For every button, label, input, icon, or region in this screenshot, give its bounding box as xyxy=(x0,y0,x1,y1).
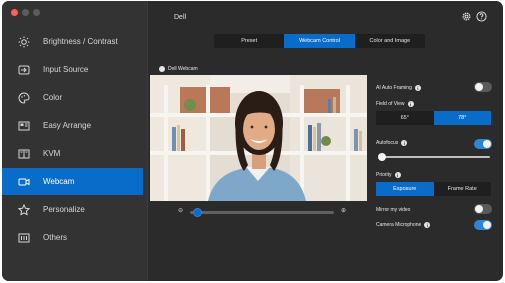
priority-option-frame-rate[interactable]: Frame Rate xyxy=(434,182,492,196)
ai-auto-framing-label: AI Auto Framing xyxy=(376,85,412,91)
focus-slider[interactable] xyxy=(378,153,490,161)
camera-status-icon xyxy=(159,66,165,72)
camera-name: Dell Webcam xyxy=(168,66,198,72)
camera-microphone-label: Camera Microphone xyxy=(376,222,422,228)
sun-icon xyxy=(17,35,31,49)
sidebar-item-easy-arrange[interactable]: Easy Arrange xyxy=(2,112,143,139)
info-icon[interactable]: i xyxy=(401,140,408,146)
tab-preset[interactable]: Preset xyxy=(214,34,284,48)
sidebar-item-kvm[interactable]: KVM xyxy=(2,140,143,167)
kvm-icon xyxy=(17,147,31,161)
mirror-video-toggle[interactable] xyxy=(474,204,492,214)
zoom-out-icon[interactable]: ⊖ xyxy=(178,207,183,214)
minimize-window-button[interactable] xyxy=(22,9,29,16)
sidebar-item-label: Others xyxy=(43,233,68,242)
sidebar-item-input-source[interactable]: Input Source xyxy=(2,56,143,83)
field-of-view-row: Field of View i xyxy=(376,101,414,107)
autofocus-label: Autofocus xyxy=(376,140,399,146)
sidebar-item-brightness-contrast[interactable]: Brightness / Contrast xyxy=(2,28,143,55)
sidebar-item-label: Webcam xyxy=(43,177,75,186)
priority-option-exposure[interactable]: Exposure xyxy=(376,182,434,196)
sidebar-item-personalize[interactable]: Personalize xyxy=(2,196,143,223)
zoom-slider-handle[interactable] xyxy=(193,208,203,217)
autofocus-row: Autofocus i xyxy=(376,140,408,146)
zoom-slider-track[interactable] xyxy=(190,211,334,214)
priority-label: Priority xyxy=(376,172,392,178)
info-icon[interactable]: i xyxy=(394,172,401,178)
sidebar-item-webcam[interactable]: Webcam xyxy=(2,168,143,195)
close-window-button[interactable] xyxy=(11,9,18,16)
mirror-label: Mirror my video xyxy=(376,207,411,213)
sidebar-item-label: Brightness / Contrast xyxy=(43,37,118,46)
sidebar-item-label: Input Source xyxy=(43,65,89,74)
app-title: Dell xyxy=(174,14,187,21)
app-window: Brightness / Contrast Input Source Color… xyxy=(2,1,503,281)
mirror-row: Mirror my video xyxy=(376,207,410,213)
zoom-in-icon[interactable]: ⊕ xyxy=(341,207,346,214)
sidebar-item-others[interactable]: Others xyxy=(2,224,143,251)
window-controls xyxy=(11,9,40,16)
star-icon xyxy=(17,203,31,217)
zoom-window-button[interactable] xyxy=(33,9,40,16)
webcam-preview xyxy=(150,75,367,201)
sidebar-item-label: Easy Arrange xyxy=(43,121,92,130)
focus-slider-handle[interactable] xyxy=(378,153,386,161)
sidebar-item-label: Personalize xyxy=(43,205,85,214)
others-icon xyxy=(17,231,31,245)
input-source-icon xyxy=(17,63,31,77)
camera-label: Dell Webcam xyxy=(159,66,198,72)
autofocus-toggle[interactable] xyxy=(474,139,492,149)
webcam-preview-image xyxy=(150,75,367,201)
fov-option-65[interactable]: 65° xyxy=(376,111,434,125)
layout-icon xyxy=(17,119,31,133)
ai-auto-framing-toggle[interactable] xyxy=(474,82,492,92)
zoom-control: ⊖ ⊕ xyxy=(178,207,346,217)
ai-auto-framing-row: AI Auto Framing i xyxy=(376,85,421,91)
camera-microphone-row: Camera Microphone i xyxy=(376,222,431,228)
webcam-icon xyxy=(17,175,31,189)
webcam-settings-panel: AI Auto Framing i Field of View i 65° 78… xyxy=(376,1,498,281)
field-of-view-selector: 65° 78° xyxy=(376,111,491,125)
priority-selector: Exposure Frame Rate xyxy=(376,182,491,196)
field-of-view-label: Field of View xyxy=(376,101,405,107)
info-icon[interactable]: i xyxy=(407,101,414,107)
focus-slider-track[interactable] xyxy=(378,156,490,158)
fov-option-78[interactable]: 78° xyxy=(433,111,491,125)
priority-row: Priority i xyxy=(376,172,401,178)
info-icon[interactable]: i xyxy=(414,85,421,91)
sidebar-item-color[interactable]: Color xyxy=(2,84,143,111)
sidebar-item-label: Color xyxy=(43,93,63,102)
sidebar: Brightness / Contrast Input Source Color… xyxy=(2,1,148,281)
info-icon[interactable]: i xyxy=(424,222,431,228)
sidebar-item-label: KVM xyxy=(43,149,61,158)
camera-microphone-toggle[interactable] xyxy=(474,220,492,230)
palette-icon xyxy=(17,91,31,105)
tab-webcam-control[interactable]: Webcam Control xyxy=(284,34,355,48)
